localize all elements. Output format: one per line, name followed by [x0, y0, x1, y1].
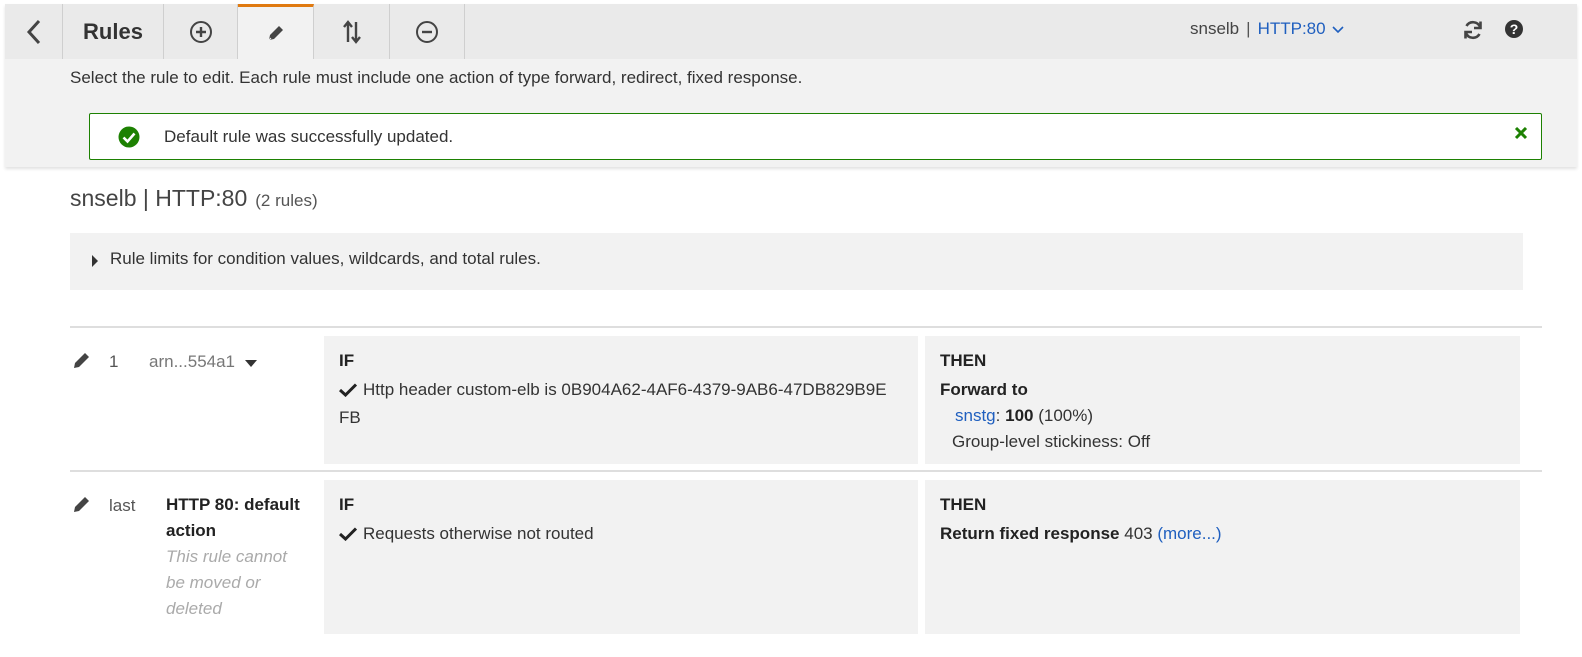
divider	[70, 326, 1542, 328]
action: Forward to snstg: 100 (100%) Group-level…	[940, 377, 1150, 455]
rules-top-panel: Rules snselb | HTTP:80 ? Select the rule…	[5, 4, 1577, 167]
close-icon[interactable]	[1513, 125, 1529, 146]
rule-priority: last	[109, 496, 136, 515]
rule-arn-text: arn...554a1	[149, 352, 236, 371]
condition: Http header custom-elb is 0B904A62-4AF6-…	[338, 377, 887, 431]
checkmark-icon	[338, 523, 358, 549]
dropdown-caret-icon	[245, 353, 258, 373]
pencil-icon[interactable]	[72, 350, 92, 375]
listener-heading: snselb | HTTP:80	[70, 185, 248, 211]
action-type: Return fixed response	[940, 524, 1120, 543]
listener-lb-name: snselb	[1190, 19, 1240, 38]
target-weight-pct: (100%)	[1038, 406, 1094, 425]
toolbar: Rules snselb | HTTP:80 ?	[5, 4, 1577, 59]
condition-value-wrap: FB	[339, 408, 361, 427]
listener-selector[interactable]: snselb | HTTP:80	[1190, 19, 1344, 39]
rule-row-1: 1 arn...554a1 IF Http header custom-elb …	[70, 336, 1542, 464]
rule-count: (2 rules)	[255, 191, 318, 210]
rules-title-cell: Rules	[63, 4, 164, 59]
rule-limits-label: Rule limits for condition values, wildca…	[110, 249, 541, 268]
refresh-button[interactable]	[1462, 19, 1484, 46]
listener-separator: |	[1246, 19, 1251, 38]
pencil-icon[interactable]	[72, 494, 92, 519]
target-colon: :	[995, 406, 1001, 425]
edit-icon	[268, 26, 283, 41]
status-code: 403	[1124, 524, 1153, 543]
then-label: THEN	[940, 495, 987, 514]
checkmark-icon	[338, 379, 358, 405]
rule-name: HTTP 80: default action	[166, 495, 300, 540]
condition-value: 0B904A62-4AF6-4379-9AB6-47DB829B9E	[561, 380, 887, 399]
rule-priority: 1	[109, 352, 119, 371]
then-label: THEN	[940, 351, 987, 370]
rule-row-default: last HTTP 80: default action This rule c…	[70, 480, 1542, 634]
rule-1-conditions: IF Http header custom-elb is 0B904A62-4A…	[324, 336, 918, 464]
rule-default-actions: THEN Return fixed response 403 (more...)	[925, 480, 1520, 634]
if-label: IF	[339, 495, 355, 514]
back-button[interactable]	[5, 4, 63, 59]
toolbar-title: Rules	[83, 18, 143, 44]
add-icon	[189, 20, 212, 43]
success-alert: Default rule was successfully updated.	[89, 113, 1542, 160]
condition-text: Requests otherwise not routed	[363, 524, 594, 543]
target-weight: 100	[1005, 406, 1034, 425]
action: Return fixed response 403 (more...)	[940, 521, 1222, 547]
chevron-down-icon	[1332, 19, 1344, 39]
refresh-icon	[1464, 20, 1482, 40]
stickiness: Group-level stickiness: Off	[952, 432, 1151, 451]
divider	[70, 470, 1542, 472]
back-icon	[26, 19, 40, 44]
delete-rules-button[interactable]	[390, 4, 465, 59]
success-icon	[118, 126, 140, 153]
edit-rules-tab[interactable]	[238, 4, 314, 59]
if-label: IF	[339, 351, 355, 370]
action-type: Forward to	[940, 380, 1028, 399]
rule-limits-expander[interactable]: Rule limits for condition values, wildca…	[70, 233, 1523, 290]
help-button[interactable]: ?	[1504, 19, 1524, 44]
alert-message: Default rule was successfully updated.	[164, 127, 454, 146]
rule-1-actions: THEN Forward to snstg: 100 (100%) Group-…	[925, 336, 1520, 464]
rule-name-block: HTTP 80: default action This rule cannot…	[166, 492, 306, 622]
listener-name[interactable]: HTTP:80	[1258, 19, 1326, 38]
delete-icon	[416, 20, 438, 43]
more-link[interactable]: (more...)	[1157, 524, 1221, 543]
help-icon: ?	[1505, 20, 1523, 38]
page-title: snselb | HTTP:80 (2 rules)	[70, 185, 318, 212]
condition: Requests otherwise not routed	[338, 521, 594, 549]
add-rule-button[interactable]	[164, 4, 238, 59]
caret-right-icon	[91, 254, 99, 272]
condition-text: Http header custom-elb is	[363, 380, 562, 399]
reorder-rules-button[interactable]	[314, 4, 390, 59]
rule-arn[interactable]: arn...554a1	[149, 352, 258, 373]
instruction-text: Select the rule to edit. Each rule must …	[70, 68, 803, 87]
svg-text:?: ?	[1510, 21, 1519, 37]
rule-default-conditions: IF Requests otherwise not routed	[324, 480, 918, 634]
reorder-icon	[342, 19, 361, 44]
rule-note: This rule cannot be moved or deleted	[166, 547, 287, 618]
target-group-link[interactable]: snstg	[955, 406, 996, 425]
